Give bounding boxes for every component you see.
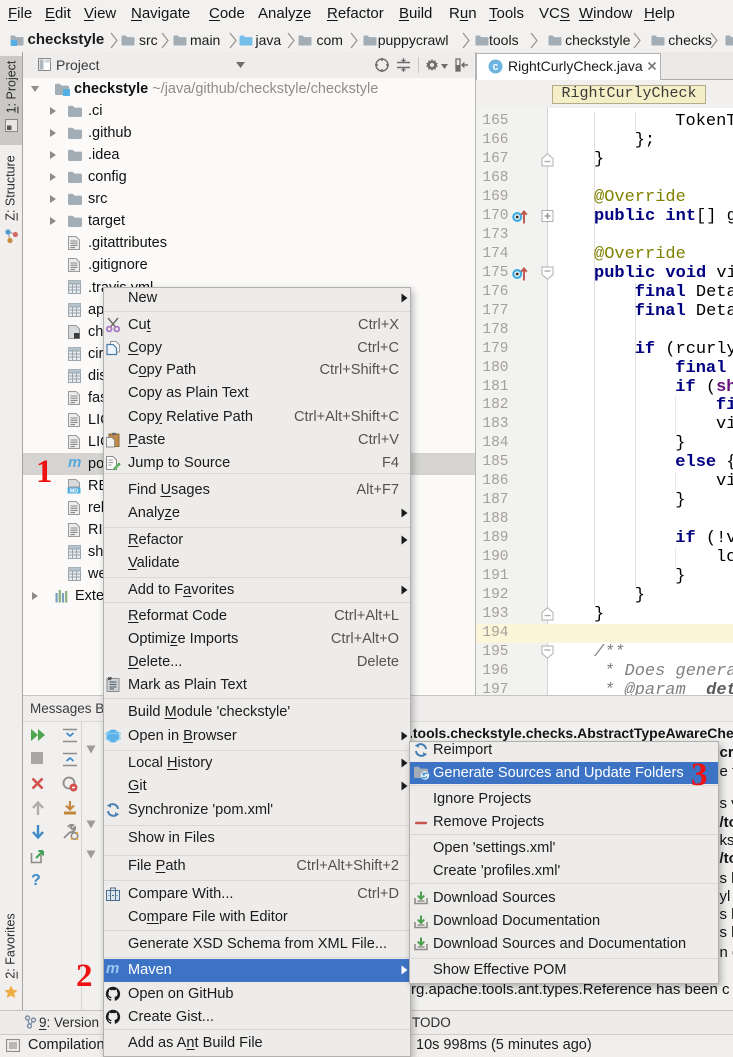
svg-text:C: C	[493, 62, 499, 73]
svg-text:MD: MD	[70, 488, 79, 493]
